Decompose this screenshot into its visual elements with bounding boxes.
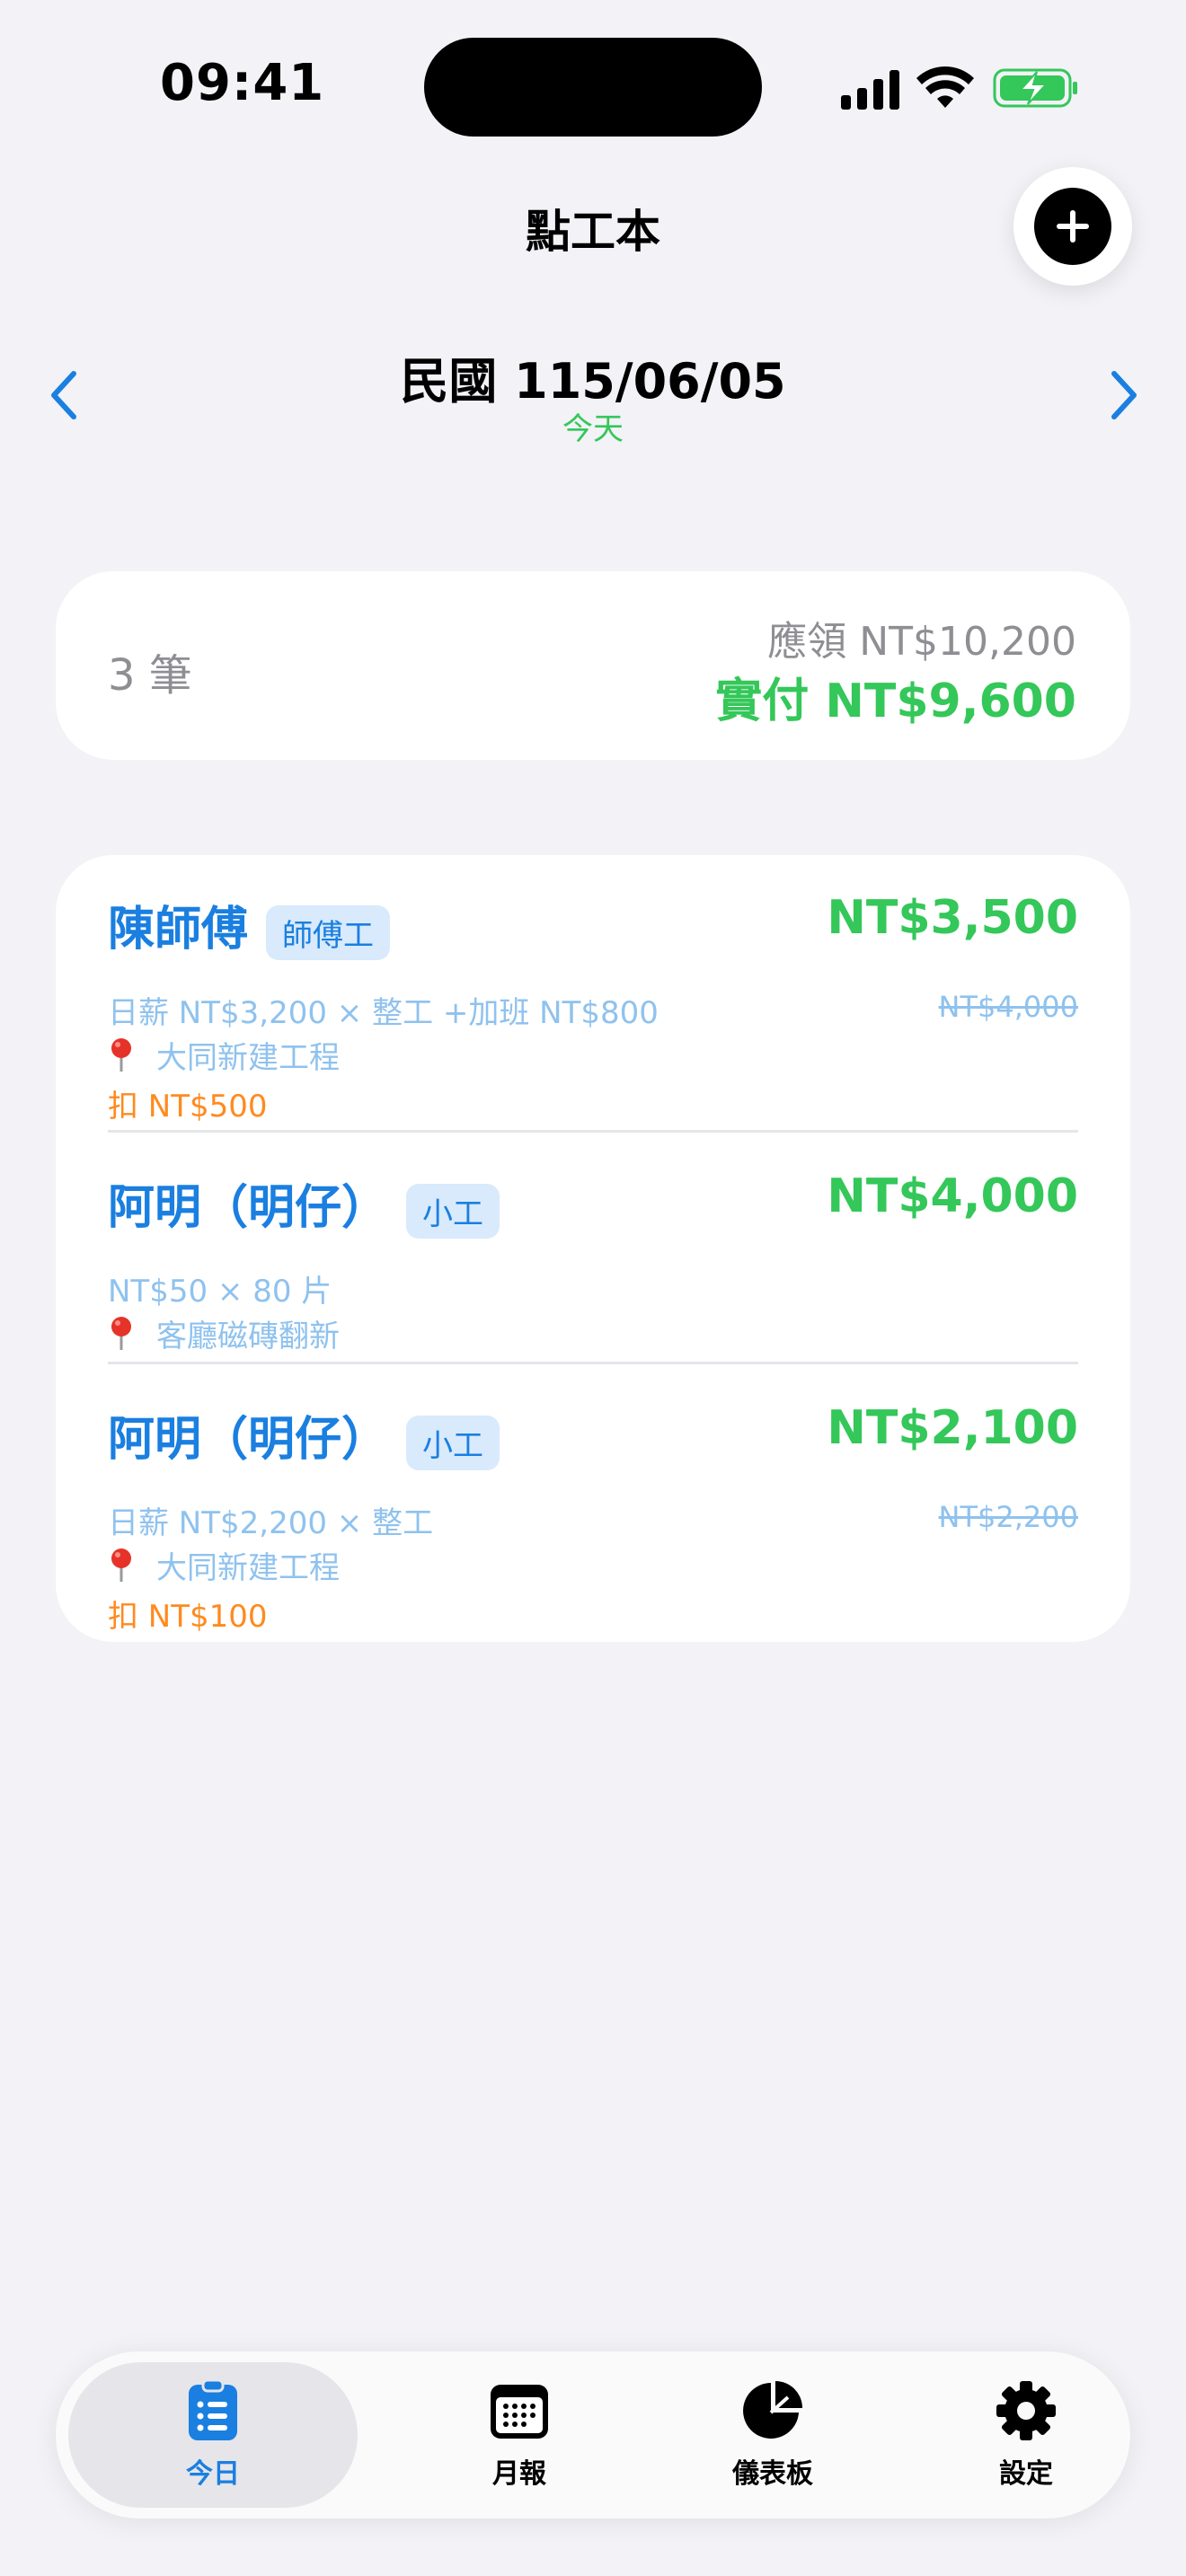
plus-circle-icon (1034, 188, 1111, 265)
entry-row[interactable]: 阿明（明仔） 小工 NT$50 × 80 片 客廳磁磚翻新 NT$4,000 (108, 1169, 1078, 1354)
tab-label: 今日 (186, 2458, 240, 2490)
pay-detail: NT$50 × 80 片 (108, 1274, 332, 1310)
net-total: 實付 NT$9,600 (715, 675, 1076, 728)
tab-bar: 今日 月報 儀表板 設定 (56, 2351, 1130, 2519)
worker-name: 阿明（明仔） 小工 (108, 1401, 500, 1470)
add-entry-button[interactable] (1013, 167, 1132, 286)
clipboard-list-icon (189, 2379, 237, 2440)
entry-row[interactable]: 阿明（明仔） 小工 日薪 NT$2,200 × 整工 大同新建工程 扣 NT$10… (108, 1401, 1078, 1635)
location-text: 大同新建工程 (156, 1550, 340, 1586)
deduction: 扣 NT$100 (108, 1599, 268, 1635)
date-label[interactable]: 民國 115/06/05 (0, 341, 1186, 412)
tab-settings[interactable]: 設定 (900, 2362, 1152, 2508)
location-text: 客廳磁磚翻新 (156, 1319, 340, 1354)
gear-icon (996, 2381, 1056, 2440)
tab-dashboard[interactable]: 儀表板 (647, 2362, 898, 2508)
entry-amount: NT$3,500 (827, 891, 1078, 945)
status-icons (841, 66, 1077, 110)
map-pin-icon (111, 1316, 131, 1350)
map-pin-icon (111, 1548, 131, 1582)
pay-detail: 日薪 NT$2,200 × 整工 (108, 1505, 434, 1541)
pie-chart-icon (743, 2381, 802, 2439)
location: 大同新建工程 (108, 1543, 340, 1587)
role-badge: 小工 (406, 1183, 500, 1239)
wifi-icon (916, 66, 974, 108)
role-badge: 師傅工 (266, 904, 391, 960)
app-title: 點工本 (526, 206, 660, 258)
location: 客廳磁磚翻新 (108, 1311, 340, 1355)
worker-name: 陳師傅 師傅工 (108, 891, 391, 960)
worker-name-text: 阿明（明仔） (108, 1181, 389, 1235)
tab-label: 儀表板 (732, 2458, 813, 2490)
entry-amount: NT$4,000 (827, 1169, 1078, 1223)
entry-amount: NT$2,100 (827, 1401, 1078, 1455)
divider (108, 1362, 1078, 1364)
cellular-signal-icon (841, 70, 899, 110)
location: 大同新建工程 (108, 1033, 340, 1077)
worker-name: 阿明（明仔） 小工 (108, 1169, 500, 1239)
entry-row[interactable]: 陳師傅 師傅工 日薪 NT$3,200 × 整工 +加班 NT$800 大同新建工… (108, 891, 1078, 1125)
dynamic-island (424, 38, 762, 137)
entry-count: 3 筆 (108, 650, 192, 701)
original-amount: NT$2,200 (938, 1500, 1078, 1534)
pay-detail: 日薪 NT$3,200 × 整工 +加班 NT$800 (108, 995, 659, 1031)
location-text: 大同新建工程 (156, 1040, 340, 1076)
divider (108, 1130, 1078, 1133)
deduction: 扣 NT$500 (108, 1089, 268, 1125)
summary-card: 3 筆 應領 NT$10,200 實付 NT$9,600 (56, 571, 1130, 760)
original-amount: NT$4,000 (938, 990, 1078, 1024)
role-badge: 小工 (406, 1415, 500, 1470)
next-day-button[interactable] (1098, 359, 1152, 431)
chevron-right-icon (1111, 371, 1137, 419)
status-time: 09:41 (160, 54, 325, 112)
tab-monthly[interactable]: 月報 (394, 2362, 645, 2508)
tab-today[interactable]: 今日 (68, 2362, 358, 2508)
worker-name-text: 陳師傅 (108, 903, 249, 957)
tab-label: 設定 (999, 2458, 1053, 2490)
map-pin-icon (111, 1037, 131, 1072)
calendar-icon (491, 2385, 548, 2439)
today-label: 今天 (562, 411, 624, 447)
entries-list: 陳師傅 師傅工 日薪 NT$3,200 × 整工 +加班 NT$800 大同新建工… (56, 855, 1130, 1642)
gross-total: 應領 NT$10,200 (767, 619, 1076, 665)
worker-name-text: 阿明（明仔） (108, 1413, 389, 1467)
tab-label: 月報 (492, 2458, 546, 2490)
battery-charging-icon (993, 68, 1077, 108)
